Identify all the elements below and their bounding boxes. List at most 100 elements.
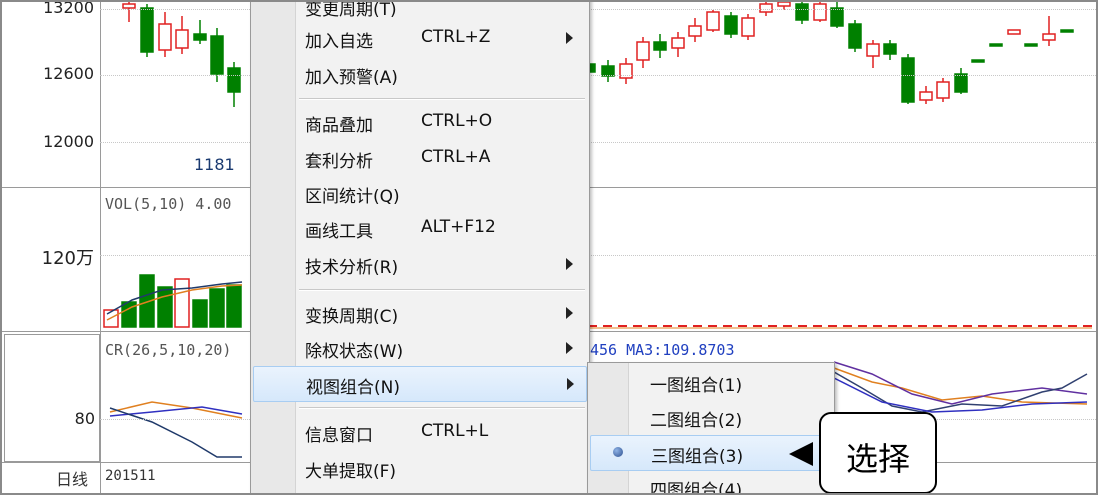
price-tick-label: 12600 [43,64,94,83]
menu-item-label: 信息窗口 [305,426,373,446]
price-candle-body [901,57,915,103]
cr-line [833,371,1088,413]
price-tick-label: 13200 [43,0,94,17]
price-candle-body [688,25,702,37]
menu-item-drawing-tools[interactable]: 画线工具 ALT+F12 [253,211,585,245]
menu-item-label: 套利分析 [305,152,373,172]
menu-separator [299,289,585,291]
menu-item-shortcut: CTRL+L [421,421,489,441]
menu-item-shortcut: CTRL+A [421,147,491,167]
volume-indicator-label: VOL(5,10) 4.00 [105,195,232,213]
submenu-item-two-chart[interactable]: 二图组合(2) [590,400,830,434]
price-candle-body [1042,33,1056,41]
price-candle-body [777,2,791,7]
menu-item-arbitrage[interactable]: 套利分析 CTRL+A [253,141,585,175]
volume-bar [192,299,208,328]
volume-bar [226,284,242,328]
price-candle-body [653,41,667,51]
volume-bar [174,278,190,328]
price-candle-body [671,37,685,49]
price-candle-body [193,33,207,41]
menu-item-label: 变更周期(T) [305,0,397,20]
cr-tick-label: 80 [74,409,95,428]
price-candle-body [1060,29,1074,33]
volume-bar [209,288,225,328]
volume-bars [103,274,242,328]
menu-item-label: 技术分析(R) [305,258,399,278]
price-candle-body [866,43,880,57]
submenu-item-label: 一图组合(1) [650,376,743,396]
submenu-item-four-chart[interactable]: 四图组合(4) [590,470,830,495]
price-tick-label: 12000 [43,132,94,151]
price-candle-body [140,7,154,53]
price-candle-body [210,35,224,75]
cr-ma-label: 456 MA3:109.8703 [590,341,735,359]
selected-radio-icon [613,447,623,457]
price-candle-body [989,43,1003,47]
price-candle-body [954,73,968,93]
menu-item-label: 画线工具 [305,222,373,242]
menu-item-technical-analysis[interactable]: 技术分析(R) [253,247,585,281]
cr-axis-box: 80 [4,334,100,462]
cr-line [109,407,242,458]
callout-arrow-icon [789,442,813,466]
price-low-label: 1181 [194,155,235,174]
menu-item-label: 大单提取(F) [305,462,397,482]
menu-separator [299,98,585,100]
price-candle-body [813,3,827,21]
menu-item-ex-rights[interactable]: 除权状态(W) [253,331,585,365]
view-layout-submenu: 一图组合(1) 二图组合(2) 三图组合(3) 四图组合(4) [587,362,835,495]
price-candle-body [759,3,773,13]
price-candle-body [795,3,809,21]
cr-line [833,377,1088,413]
submenu-item-one-chart[interactable]: 一图组合(1) [590,365,830,399]
price-candle-body [1007,29,1021,35]
menu-item-switch-period[interactable]: 变换周期(C) [253,296,585,330]
menu-item-label: 加入自选 [305,32,373,52]
price-candle-body [636,41,650,61]
menu-item-info-window[interactable]: 信息窗口 CTRL+L [253,415,585,449]
menu-item-add-favorite[interactable]: 加入自选 CTRL+Z [253,21,585,55]
submenu-arrow-icon [566,342,573,354]
menu-item-label: 区间统计(Q) [305,187,400,207]
menu-item-large-order[interactable]: 大单提取(F) [253,451,585,485]
chart-window: 13200 12600 12000 120万 80 1181 VOL(5,10)… [0,0,1098,495]
period-label: 日线 [56,470,89,489]
price-candle-body [883,43,897,55]
price-candle-body [122,3,136,9]
context-menu: 变更周期(T) 加入自选 CTRL+Z 加入预警(A) 商品叠加 CTRL+O … [250,0,590,493]
price-candle-body [724,15,738,35]
annotation-text: 选择 [845,440,910,478]
menu-item-shortcut: CTRL+Z [421,27,491,47]
menu-item-shortcut: ALT+F12 [421,217,496,237]
menu-item-add-alert[interactable]: 加入预警(A) [253,57,585,91]
menu-item-shortcut: CTRL+O [421,111,493,131]
submenu-item-label: 四图组合(4) [650,481,743,495]
menu-item-label: 加入预警(A) [305,68,398,88]
price-candle-body [741,17,755,37]
menu-item-view-layout[interactable]: 视图组合(N) [253,366,587,402]
volume-bar [157,286,173,328]
price-candle-body [830,7,844,27]
price-candle-body [706,11,720,31]
price-candle-body [936,81,950,99]
menu-item-change-period[interactable]: 变更周期(T) [253,0,585,23]
menu-item-label: 除权状态(W) [305,342,404,362]
menu-item-label: 商品叠加 [305,116,373,136]
price-candle-body [919,91,933,101]
price-candle-body [971,59,985,63]
menu-item-range-stats[interactable]: 区间统计(Q) [253,176,585,210]
volume-tick-label: 120万 [41,248,94,269]
menu-item-label: 变换周期(C) [305,307,399,327]
price-candle-body [848,23,862,49]
submenu-arrow-icon [566,258,573,270]
submenu-arrow-icon [567,378,574,390]
price-candle-body [227,67,241,93]
menu-item-overlay[interactable]: 商品叠加 CTRL+O [253,105,585,139]
price-candle-body [1024,43,1038,47]
price-candle-body [175,29,189,49]
submenu-arrow-icon [566,32,573,44]
price-candle-body [158,23,172,51]
menu-separator [299,407,585,409]
date-label: 201511 [105,468,156,484]
